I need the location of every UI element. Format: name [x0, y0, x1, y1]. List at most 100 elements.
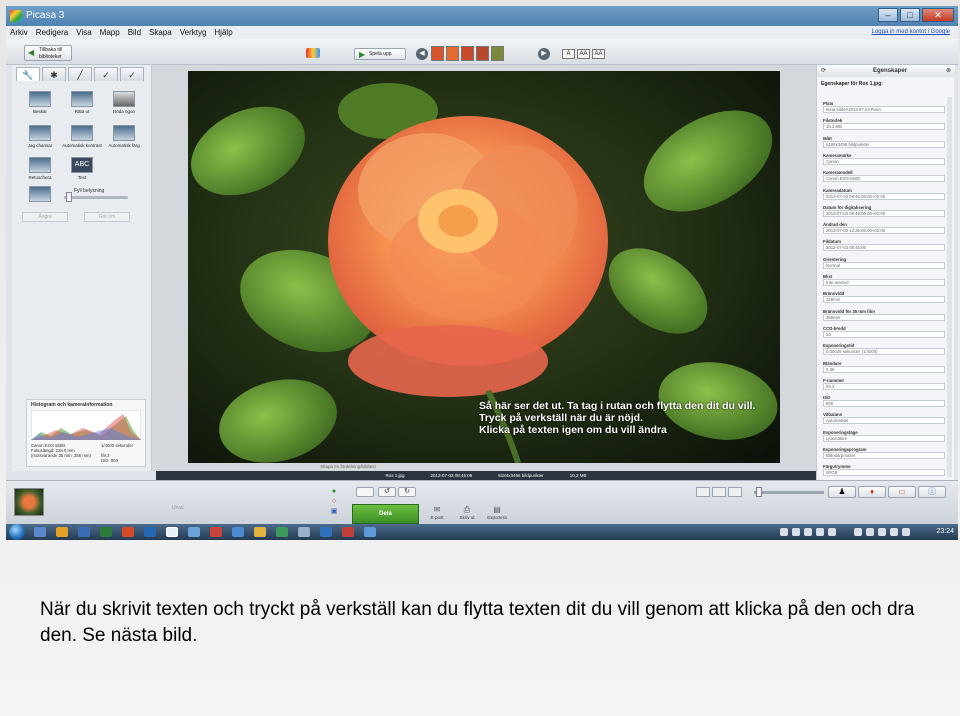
powerpoint-icon[interactable]	[122, 527, 134, 537]
property-value[interactable]: Canon EOS 550D	[823, 175, 945, 183]
property-value[interactable]: 5184x3456 bildpunkter	[823, 140, 945, 148]
clear-icon[interactable]: ○	[328, 497, 340, 507]
tray-icon[interactable]	[816, 528, 824, 536]
maximize-button[interactable]: □	[900, 8, 920, 22]
menu-mapp[interactable]: Mapp	[100, 26, 120, 39]
share-button[interactable]: Dela	[352, 504, 419, 524]
google-signin-link[interactable]: Logga in med kontot i Google	[872, 26, 950, 39]
places-button[interactable]: ♦	[858, 486, 886, 498]
app-icon[interactable]	[232, 527, 244, 537]
property-value[interactable]: 2013-07-03 08:45:06	[823, 244, 945, 252]
auto-contrast-tool[interactable]: Automatisk kontrast	[62, 125, 102, 148]
app-icon[interactable]	[210, 527, 222, 537]
retouch-tool[interactable]: Retuschera	[20, 157, 60, 180]
picasa-taskbar-icon[interactable]	[166, 527, 178, 537]
app-icon[interactable]	[320, 527, 332, 537]
property-value[interactable]: 356mm	[823, 313, 945, 321]
view-single-button[interactable]	[696, 487, 710, 497]
menu-bild[interactable]: Bild	[128, 26, 141, 39]
filmstrip-thumb[interactable]	[461, 46, 474, 61]
property-value[interactable]: 228mm	[823, 296, 945, 304]
property-value[interactable]: Normal	[823, 261, 945, 269]
property-value[interactable]: 23	[823, 330, 945, 338]
outlook-icon[interactable]	[144, 527, 156, 537]
tab-effects-3[interactable]: ✓	[120, 67, 144, 81]
minimize-button[interactable]: –	[878, 8, 898, 22]
auto-color-tool[interactable]: Automatisk färg	[104, 125, 144, 148]
property-value[interactable]: Mina bilder\2013.07.03 Rosn	[823, 106, 945, 113]
app-icon[interactable]	[276, 527, 288, 537]
email-action[interactable]: ✉ E-post	[422, 505, 452, 520]
explorer-icon[interactable]	[34, 527, 46, 537]
property-value[interactable]: Canon	[823, 157, 945, 165]
property-value[interactable]: 5.36	[823, 365, 945, 373]
network-icon[interactable]	[890, 528, 898, 536]
filmstrip-thumb[interactable]	[476, 46, 489, 61]
tray-icon[interactable]	[804, 528, 812, 536]
tray-icon[interactable]	[792, 528, 800, 536]
text-tool[interactable]: ABC Text	[62, 157, 102, 180]
refresh-icon[interactable]: ⟳	[821, 65, 826, 77]
view-compare-button[interactable]	[712, 487, 726, 497]
app-icon[interactable]	[364, 527, 376, 537]
text-size-large-button[interactable]: AA	[592, 49, 605, 59]
filmstrip-thumb[interactable]	[491, 46, 504, 61]
tags-button[interactable]: ▭	[888, 486, 916, 498]
zoom-fit-button[interactable]	[728, 487, 742, 497]
property-value[interactable]: Automatiskt	[823, 417, 945, 425]
tray-icon[interactable]	[866, 528, 874, 536]
export-action[interactable]: ▤ Exportera	[482, 505, 512, 520]
zoom-slider-handle[interactable]	[756, 487, 762, 497]
color-palette-icon[interactable]	[306, 48, 320, 58]
menu-hjalp[interactable]: Hjälp	[214, 26, 232, 39]
blank-button[interactable]	[356, 487, 374, 497]
zoom-slider[interactable]	[754, 491, 824, 494]
next-photo-icon[interactable]: ▶	[538, 48, 550, 60]
start-button-icon[interactable]	[9, 524, 25, 540]
app-icon[interactable]	[188, 527, 200, 537]
redo-button[interactable]: Gör om	[84, 212, 130, 222]
fill-light-slider[interactable]	[64, 196, 128, 199]
property-value[interactable]: 0.00025 sekunder (1/4000)	[823, 348, 945, 356]
tab-more-effects[interactable]: ✓	[94, 67, 118, 81]
photo-text-overlay[interactable]: Så här ser det ut. Ta tag i rutan och fl…	[479, 400, 755, 436]
property-value[interactable]: 2013-07-03 12:36:06.00+02:00	[823, 227, 945, 235]
taskbar-clock[interactable]: 23:24	[936, 524, 954, 540]
rotate-right-icon[interactable]: ↻	[398, 487, 416, 497]
menu-verktyg[interactable]: Verktyg	[180, 26, 207, 39]
print-action[interactable]: ⎙ Skriv ut	[452, 505, 482, 520]
volume-icon[interactable]	[902, 528, 910, 536]
property-value[interactable]: Ljusmätare	[823, 434, 945, 442]
tray-icon[interactable]	[854, 528, 862, 536]
tab-basic-fixes[interactable]: 🔧	[16, 67, 40, 81]
straighten-tool[interactable]: Räta ut	[62, 91, 102, 114]
property-value[interactable]: f/8.3	[823, 382, 945, 390]
menu-visa[interactable]: Visa	[76, 26, 91, 39]
tray-thumbnail[interactable]	[14, 488, 44, 516]
slideshow-button[interactable]: ▶ Spela upp	[354, 48, 406, 60]
photo-caption[interactable]: Skapa en fördelning/bildtext	[288, 464, 408, 471]
property-value[interactable]: sRGB	[823, 469, 945, 477]
rotate-left-icon[interactable]: ↺	[378, 487, 396, 497]
property-value[interactable]: Inte använd	[823, 279, 945, 286]
word-icon[interactable]	[78, 527, 90, 537]
tab-effects[interactable]: ╱	[68, 67, 92, 81]
tab-tuning[interactable]: ✱	[42, 67, 66, 81]
menu-arkiv[interactable]: Arkiv	[10, 26, 28, 39]
undo-button[interactable]: Ångra	[22, 212, 68, 222]
back-to-library-button[interactable]: ◀ Tillbaka till biblioteket	[24, 45, 72, 61]
text-size-medium-button[interactable]: AA	[577, 49, 590, 59]
property-value[interactable]: 800	[823, 400, 945, 408]
people-button[interactable]: ♟	[828, 486, 856, 498]
property-value[interactable]: 10.2 MB	[823, 123, 945, 131]
app-icon[interactable]	[342, 527, 354, 537]
filmstrip-thumb[interactable]	[446, 46, 459, 61]
folder-icon[interactable]	[56, 527, 68, 537]
property-value[interactable]: 2013-07-03 08:45:06.00+02:00	[823, 192, 945, 200]
property-value[interactable]: Bländarprioritet	[823, 452, 945, 459]
crop-tool[interactable]: Beskär	[20, 91, 60, 114]
fill-light-slider-handle[interactable]	[66, 192, 72, 202]
add-to-album-icon[interactable]: ▣	[328, 507, 340, 517]
tray-icon[interactable]	[780, 528, 788, 536]
excel-icon[interactable]	[100, 527, 112, 537]
